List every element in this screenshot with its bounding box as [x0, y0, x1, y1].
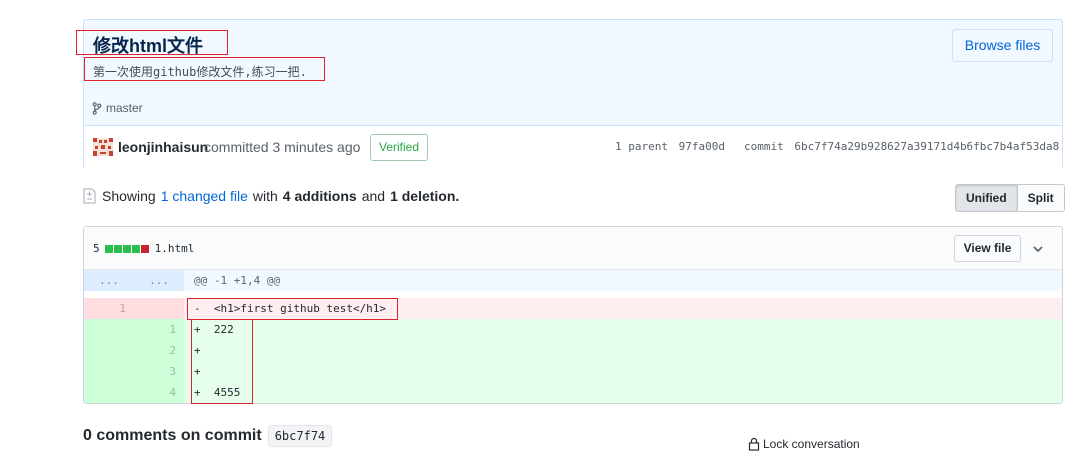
unified-view-button[interactable]: Unified	[955, 184, 1018, 212]
diff-line-deletion: 1 - <h1>first github test</h1>	[84, 298, 1062, 319]
diffstat-add-block	[131, 244, 140, 253]
commit-description: 第一次使用github修改文件,练习一把.	[93, 65, 307, 79]
commit-sha: 6bc7f74a29b928627a39171d4b6fbc7b4af53da8	[794, 140, 1060, 153]
old-line-number[interactable]: 1	[84, 298, 134, 319]
commit-title: 修改html文件	[93, 36, 203, 56]
file-diff: 5 1.html View file ... ... @@ -1 +1,4 @@…	[83, 226, 1063, 404]
branch-icon	[92, 101, 102, 115]
summary-prefix: Showing	[102, 188, 156, 204]
diff-line-code: + 222	[184, 319, 1062, 340]
split-view-button[interactable]: Split	[1017, 184, 1065, 212]
parent-sha-link[interactable]: 97fa00d	[679, 140, 725, 153]
verified-badge[interactable]: Verified	[370, 134, 429, 161]
diff-stat: 5 1.html	[93, 242, 194, 255]
comments-heading: 0 comments on commit 6bc7f74	[83, 425, 333, 447]
old-line-number[interactable]	[84, 319, 134, 340]
diff-line-code: +	[184, 340, 1062, 361]
diff-line-code: +	[184, 361, 1062, 382]
file-diff-icon	[83, 188, 96, 204]
avatar[interactable]	[93, 138, 113, 156]
commit-header: 修改html文件 第一次使用github修改文件,练习一把. Browse fi…	[83, 19, 1063, 169]
new-line-number[interactable]: 2	[134, 340, 184, 361]
diff-summary: Showing 1 changed file with 4 additions …	[83, 188, 459, 204]
browse-files-button[interactable]: Browse files	[952, 29, 1053, 62]
file-name[interactable]: 1.html	[155, 242, 195, 255]
hunk-expand-left[interactable]: ...	[84, 270, 134, 291]
commit-label: commit	[744, 140, 784, 153]
commit-time: committed 3 minutes ago	[204, 139, 361, 155]
diff-line-addition: 4 + 4555	[84, 382, 1062, 403]
diff-line-addition: 3 +	[84, 361, 1062, 382]
new-line-number[interactable]: 1	[134, 319, 184, 340]
commit-meta: leonjinhaisun committed 3 minutes ago Ve…	[84, 125, 1062, 169]
file-header: 5 1.html View file	[84, 227, 1062, 270]
lock-conversation-label: Lock conversation	[763, 437, 860, 451]
change-count: 5	[93, 242, 100, 255]
parent-label: 1 parent	[615, 140, 668, 153]
changed-files-link[interactable]: 1 changed file	[161, 188, 248, 204]
diffstat-del-block	[140, 244, 149, 253]
summary-and: and	[361, 188, 386, 204]
hunk-expand-right[interactable]: ...	[134, 270, 184, 291]
diff-line-code: + 4555	[184, 382, 1062, 403]
lock-icon	[748, 437, 760, 451]
old-line-number[interactable]	[84, 340, 134, 361]
summary-with: with	[252, 188, 278, 204]
old-line-number[interactable]	[84, 382, 134, 403]
new-line-number[interactable]	[134, 298, 184, 319]
new-line-number[interactable]: 4	[134, 382, 184, 403]
additions-count: 4 additions	[282, 188, 357, 204]
diff-line-addition: 2 +	[84, 340, 1062, 361]
branch-name[interactable]: master	[106, 101, 143, 115]
diffstat-add-block	[104, 244, 113, 253]
hunk-header-row: ... ... @@ -1 +1,4 @@	[84, 270, 1062, 291]
commit-sha-info: commit 6bc7f74a29b928627a39171d4b6fbc7b4…	[744, 140, 1059, 153]
chevron-down-icon[interactable]	[1029, 240, 1047, 258]
lock-conversation-link[interactable]: Lock conversation	[748, 437, 860, 451]
diffstat-add-block	[113, 244, 122, 253]
parent-info: 1 parent 97fa00d	[615, 140, 725, 153]
short-sha-tag: 6bc7f74	[267, 425, 333, 447]
view-file-button[interactable]: View file	[954, 235, 1021, 262]
old-line-number[interactable]	[84, 361, 134, 382]
diff-line-addition: 1 + 222	[84, 319, 1062, 340]
diff-line-code: - <h1>first github test</h1>	[184, 298, 1062, 319]
hunk-header: @@ -1 +1,4 @@	[184, 270, 1062, 291]
diffstat-blocks	[104, 244, 149, 253]
diffstat-add-block	[122, 244, 131, 253]
author-link[interactable]: leonjinhaisun	[118, 139, 208, 155]
branch-info: master	[92, 101, 143, 115]
diff-view-toggle: Unified Split	[955, 184, 1065, 212]
deletions-count: 1 deletion.	[390, 188, 460, 204]
new-line-number[interactable]: 3	[134, 361, 184, 382]
comments-label: 0 comments on commit	[83, 427, 262, 444]
